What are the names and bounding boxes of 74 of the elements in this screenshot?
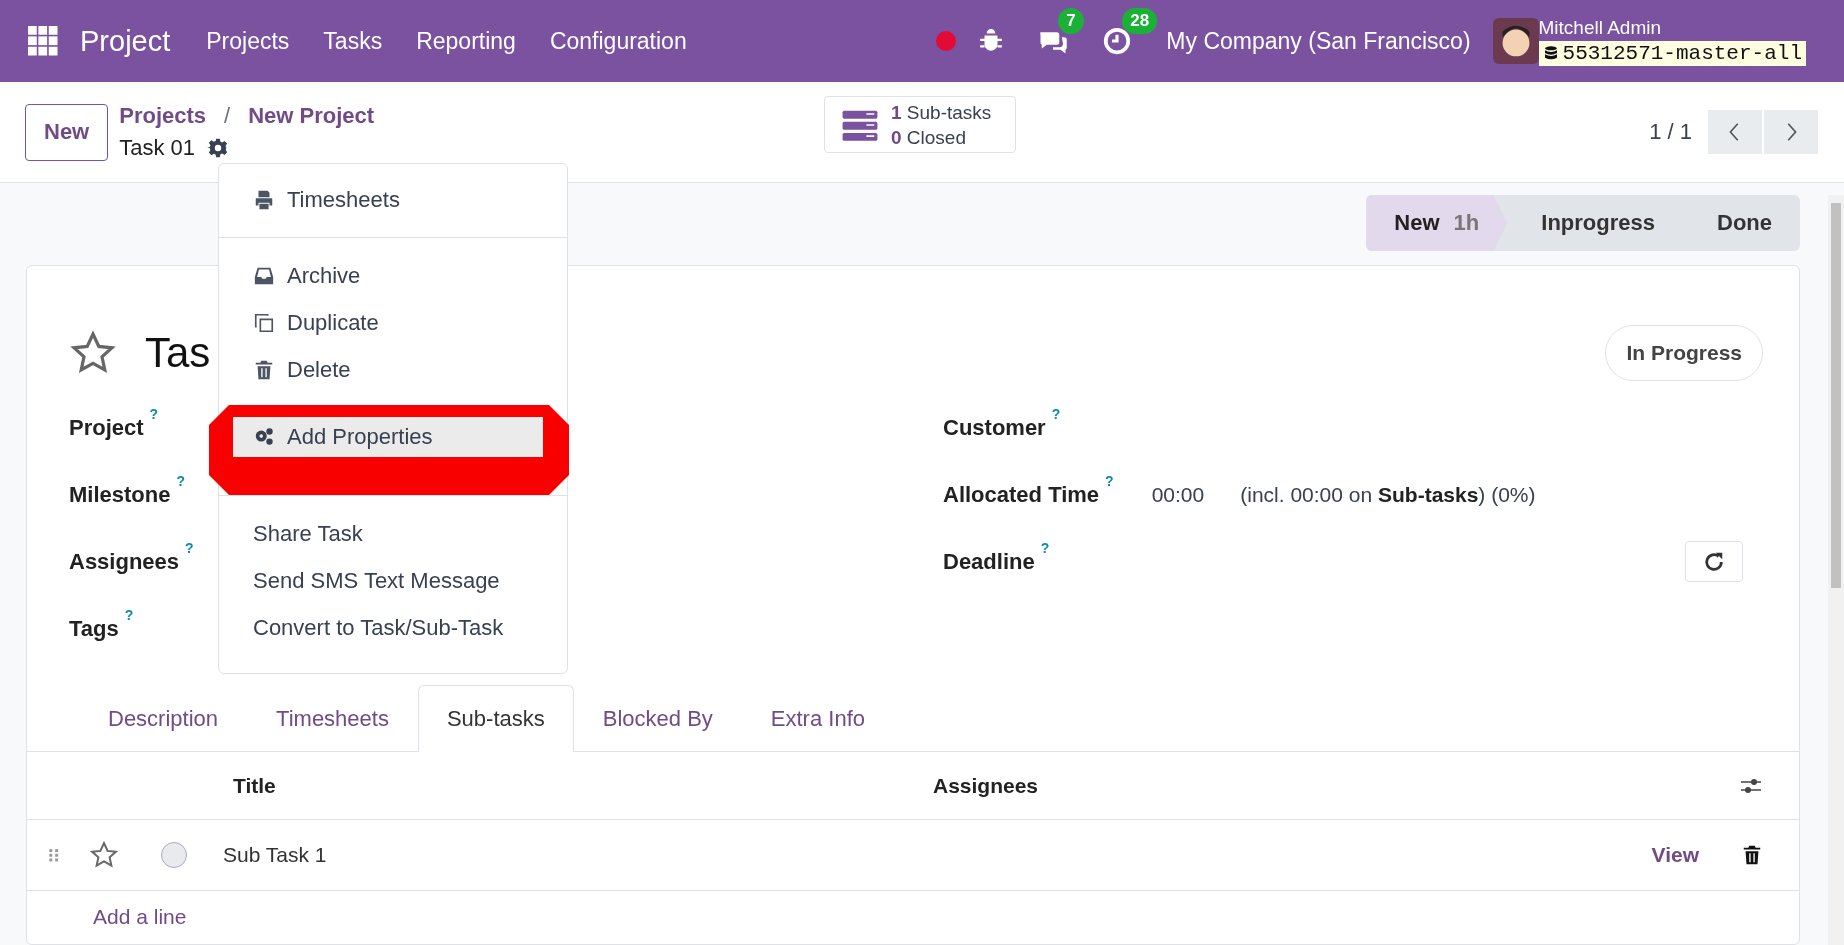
- menu-item[interactable]: Archive: [219, 252, 567, 299]
- clock-icon[interactable]: [1102, 26, 1133, 56]
- bug-icon[interactable]: [978, 28, 1005, 54]
- avatar[interactable]: [1492, 18, 1539, 64]
- menu-item[interactable]: Duplicate: [219, 299, 567, 346]
- field-label: Allocated Time: [943, 481, 1100, 508]
- smart-button-stat: 0 Closed: [891, 125, 967, 150]
- breadcrumb-link[interactable]: Projects: [119, 103, 207, 129]
- tab[interactable]: Timesheets: [247, 685, 418, 752]
- user-name[interactable]: Mitchell Admin: [1538, 16, 1806, 39]
- status-dot[interactable]: [936, 31, 957, 51]
- help-tooltip[interactable]: ?: [1105, 473, 1114, 489]
- state-button[interactable]: In Progress: [1605, 325, 1763, 381]
- add-line-link[interactable]: Add a line: [93, 905, 187, 929]
- pager-value: 1 / 1: [1649, 119, 1692, 145]
- new-button[interactable]: New: [25, 103, 109, 161]
- stage-duration: 1h: [1453, 210, 1480, 236]
- stage-button[interactable]: Inprogress: [1507, 195, 1683, 251]
- field-label: Customer: [943, 414, 1046, 441]
- help-tooltip[interactable]: ?: [149, 406, 159, 422]
- menu-item[interactable]: Send SMS Text Message: [219, 557, 567, 604]
- menu-item[interactable]: Delete: [219, 346, 567, 393]
- column-header: Assignees: [933, 773, 1040, 798]
- help-tooltip[interactable]: ?: [1040, 540, 1050, 556]
- app-name[interactable]: Project: [80, 24, 171, 58]
- nav-menu-item[interactable]: Configuration: [549, 27, 687, 55]
- activity-count-badge: 28: [1122, 8, 1158, 34]
- refresh-button[interactable]: [1685, 541, 1743, 582]
- message-count-badge: 7: [1058, 8, 1084, 34]
- stage-button[interactable]: Done: [1683, 195, 1800, 251]
- field-label: Milestone: [69, 481, 171, 508]
- copy-icon: [253, 311, 275, 334]
- database-icon: [1542, 45, 1559, 61]
- field-label: Project: [69, 414, 144, 441]
- nav-menu-item[interactable]: Projects: [206, 27, 290, 55]
- field-label: Tags: [69, 615, 119, 642]
- column-header: Title: [233, 773, 277, 798]
- settings-icon[interactable]: [207, 137, 230, 159]
- trash-icon: [253, 358, 275, 381]
- delete-icon[interactable]: [1741, 844, 1763, 866]
- subtasks-smart-button[interactable]: 1 Sub-tasks 0 Closed: [824, 96, 1016, 153]
- field-note: (incl. 00:00 on Sub-tasks) (0%): [1240, 482, 1536, 507]
- field-label: Assignees: [69, 548, 180, 575]
- nav-menu-item[interactable]: Reporting: [416, 27, 516, 55]
- printer-icon: [253, 188, 275, 211]
- view-button[interactable]: View: [1645, 842, 1705, 868]
- tab[interactable]: Blocked By: [573, 685, 742, 752]
- nav-menu-item[interactable]: Tasks: [323, 27, 383, 55]
- smart-button-stat: 1 Sub-tasks: [891, 100, 992, 125]
- tab[interactable]: Description: [79, 685, 248, 752]
- company-switcher[interactable]: My Company (San Francisco): [1166, 27, 1471, 55]
- breadcrumb-link[interactable]: New Project: [248, 103, 375, 129]
- breadcrumb-separator: /: [224, 103, 231, 129]
- tab[interactable]: Extra Info: [741, 685, 894, 752]
- menu-item[interactable]: Add Properties: [233, 417, 543, 457]
- help-tooltip[interactable]: ?: [1051, 406, 1061, 422]
- menu-item[interactable]: Share Task: [219, 510, 567, 557]
- help-tooltip[interactable]: ?: [124, 607, 134, 623]
- field-label: Deadline: [943, 548, 1035, 575]
- field-value: 00:00: [1151, 482, 1205, 507]
- record-name: Task 01: [119, 135, 196, 161]
- apps-menu-icon[interactable]: [28, 26, 58, 56]
- database-label: 55312571-master-all: [1538, 40, 1806, 66]
- refresh-icon: [1703, 550, 1725, 573]
- tab[interactable]: Sub-tasks: [417, 685, 574, 752]
- star-icon[interactable]: [89, 840, 119, 870]
- help-tooltip[interactable]: ?: [185, 540, 194, 556]
- task-title: Tas: [145, 329, 211, 377]
- scrollbar[interactable]: [1828, 195, 1844, 945]
- menu-item[interactable]: Convert to Task/Sub-Task: [219, 604, 567, 651]
- table-cell: Sub Task 1: [223, 843, 327, 867]
- help-tooltip[interactable]: ?: [176, 473, 186, 489]
- menu-item[interactable]: Timesheets: [219, 176, 567, 223]
- stage-button[interactable]: New 1h: [1366, 195, 1508, 251]
